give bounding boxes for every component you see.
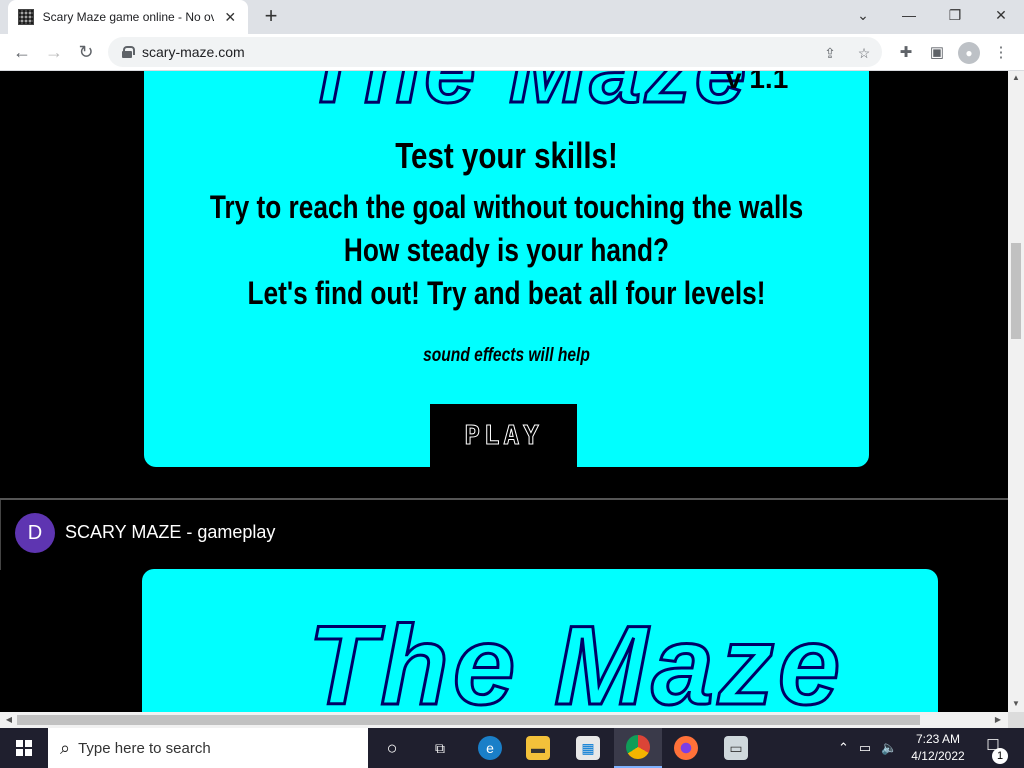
profile-avatar-icon[interactable]: ● — [958, 42, 980, 64]
scroll-up-arrow-icon[interactable]: ▲ — [1008, 73, 1024, 82]
bookmark-star-icon[interactable]: ☆ — [854, 43, 874, 63]
sound-hint: sound effects will help — [423, 345, 590, 366]
reload-icon[interactable]: ↻ — [72, 38, 100, 66]
new-tab-button[interactable]: + — [258, 4, 284, 30]
side-panel-icon[interactable]: ▣ — [926, 42, 948, 64]
channel-avatar[interactable]: D — [15, 513, 55, 553]
browser-tab-bar: Scary Maze game online - No ov ✕ + ⌄ — ❐… — [0, 0, 1024, 34]
minimize-button[interactable]: — — [886, 0, 932, 30]
tray-chevron-up-icon[interactable]: ⌃ — [838, 740, 849, 756]
play-button-label: PLAY — [464, 420, 543, 451]
tab-title: Scary Maze game online - No ov — [42, 10, 215, 24]
edge-icon: e — [478, 736, 502, 760]
video-title[interactable]: SCARY MAZE - gameplay — [65, 522, 275, 543]
firefox-app[interactable] — [662, 728, 710, 768]
browser-tab[interactable]: Scary Maze game online - No ov ✕ — [8, 0, 248, 34]
cortana-button[interactable]: ○ — [368, 728, 416, 768]
start-button[interactable] — [0, 728, 48, 768]
video-maze-title: The Maze — [306, 602, 845, 713]
folder-icon: ▬ — [526, 736, 550, 760]
task-view-icon: ⧉ — [435, 740, 445, 756]
taskbar-search-box[interactable]: ⌕ Type here to search — [48, 728, 368, 768]
extensions-puzzle-icon[interactable]: ✚ — [895, 42, 917, 64]
task-view-button[interactable]: ⧉ — [416, 728, 464, 768]
firefox-icon — [674, 736, 698, 760]
maze-title: The Maze — [302, 71, 751, 124]
clock-date: 4/12/2022 — [911, 749, 965, 763]
video-header: D SCARY MAZE - gameplay — [0, 500, 1008, 570]
chrome-icon — [626, 735, 650, 759]
horizontal-scroll-thumb[interactable] — [17, 715, 920, 725]
scroll-right-arrow-icon[interactable]: ▶ — [990, 715, 1006, 724]
url-text[interactable]: scary-maze.com — [142, 44, 245, 60]
remote-desktop-app[interactable]: ▭ — [712, 728, 760, 768]
instruction-line-1: Try to reach the goal without touching t… — [209, 189, 804, 225]
clock[interactable]: 7:23 AM 4/12/2022 — [900, 731, 976, 765]
video-player[interactable]: The Maze — [142, 569, 938, 712]
scroll-left-arrow-icon[interactable]: ◀ — [1, 715, 17, 724]
play-button[interactable]: PLAY — [430, 404, 577, 467]
site-favicon-icon — [18, 9, 34, 25]
store-app[interactable]: ▦ — [564, 728, 612, 768]
chrome-app[interactable] — [614, 728, 662, 768]
notification-count-badge: 1 — [992, 748, 1008, 764]
menu-kebab-icon[interactable]: ⋮ — [990, 42, 1012, 64]
maze-game-panel[interactable]: The Maze v 1.1 Test your skills! Try to … — [144, 71, 869, 467]
edge-app[interactable]: e — [466, 728, 514, 768]
remote-desktop-icon: ▭ — [724, 736, 748, 760]
network-icon[interactable]: ▭ — [859, 740, 871, 756]
clock-time: 7:23 AM — [915, 732, 961, 746]
file-explorer-app[interactable]: ▬ — [514, 728, 562, 768]
system-tray: ⌃ ▭ 🔈 — [838, 728, 897, 768]
scrollbar-corner — [1008, 712, 1024, 728]
volume-icon[interactable]: 🔈 — [881, 740, 897, 756]
web-page: The Maze v 1.1 Test your skills! Try to … — [0, 71, 1008, 712]
back-arrow-icon[interactable]: ← — [8, 38, 36, 66]
restore-button[interactable]: ❐ — [932, 0, 978, 30]
windows-logo-icon — [16, 740, 32, 756]
address-bar[interactable]: scary-maze.com ⇪ ☆ — [108, 37, 882, 67]
cortana-circle-icon: ○ — [386, 738, 398, 758]
heading-text: Test your skills! — [395, 135, 618, 176]
instruction-line-3: Let's find out! Try and beat all four le… — [247, 275, 766, 311]
version-label: v 1.1 — [726, 71, 789, 94]
search-icon: ⌕ — [60, 737, 71, 758]
browser-toolbar: ← → ↻ scary-maze.com ⇪ ☆ ✚ ▣ ● ⋮ — [0, 34, 1024, 71]
store-bag-icon: ▦ — [576, 736, 600, 760]
search-placeholder: Type here to search — [78, 739, 211, 757]
instruction-line-2: How steady is your hand? — [343, 232, 670, 268]
vertical-scrollbar[interactable]: ▲ ▼ — [1008, 71, 1024, 712]
share-icon[interactable]: ⇪ — [820, 43, 840, 63]
vertical-scroll-thumb[interactable] — [1011, 243, 1021, 339]
scroll-down-arrow-icon[interactable]: ▼ — [1008, 699, 1024, 708]
close-window-button[interactable]: ✕ — [978, 0, 1024, 30]
tab-list-button[interactable]: ⌄ — [840, 0, 886, 30]
lock-icon[interactable] — [122, 46, 135, 58]
forward-arrow-icon[interactable]: → — [40, 38, 68, 66]
tab-close-button[interactable]: ✕ — [222, 9, 238, 26]
horizontal-scrollbar[interactable]: ◀ ▶ — [0, 712, 1008, 728]
windows-taskbar: ⌕ Type here to search ○ ⧉ e ▬ ▦ ▭ ⌃ ▭ 🔈 … — [0, 728, 1024, 768]
